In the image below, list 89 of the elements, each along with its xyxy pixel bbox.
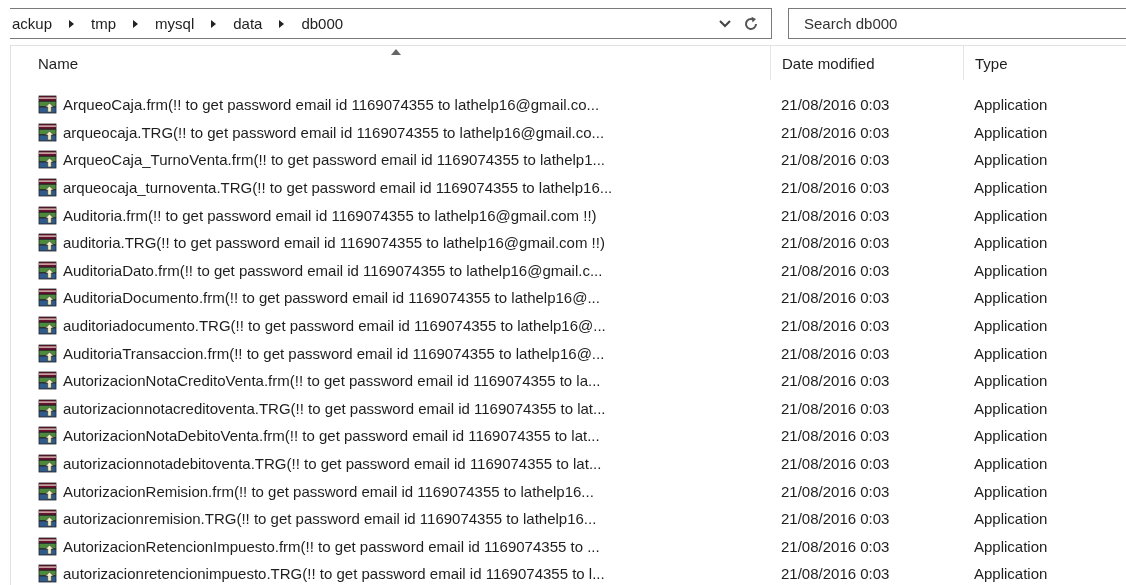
file-name[interactable]: auditoriadocumento.TRG(!! to get password email id 1169074355 to lathelp16@... <box>63 317 606 335</box>
archive-icon <box>38 316 57 336</box>
archive-icon <box>38 150 57 170</box>
chevron-right-icon[interactable] <box>278 18 286 29</box>
file-name[interactable]: autorizacionretencionimpuesto.TRG(!! to get password email id 1169074355 to l... <box>63 565 605 583</box>
type-cell-text: Application <box>973 317 1049 335</box>
type-cell-text: Application <box>973 234 1049 252</box>
archive-icon <box>38 122 57 142</box>
date-cell-text: 21/08/2016 0:03 <box>780 427 891 445</box>
file-name[interactable]: AutorizacionNotaDebitoVenta.frm(!! to get password email id 1169074355 to lat... <box>63 427 600 445</box>
date-cell-text: 21/08/2016 0:03 <box>780 261 891 279</box>
file-name[interactable]: ArqueoCaja.frm(!! to get password email id 1169074355 to lathelp16@gmail.co... <box>63 96 600 114</box>
chevron-right-icon[interactable] <box>210 18 218 29</box>
date-cell-text: 21/08/2016 0:03 <box>780 565 891 583</box>
chevron-right-icon[interactable] <box>68 18 76 29</box>
search-field[interactable]: Search db000 <box>788 8 1126 39</box>
file-name[interactable]: AuditoriaDato.frm(!! to get password email id 1169074355 to lathelp16@gmail.c... <box>63 261 603 279</box>
archive-icon <box>38 178 57 198</box>
file-name[interactable]: arqueocaja.TRG(!! to get password email id 1169074355 to lathelp16@gmail.co... <box>63 123 605 141</box>
file-name[interactable]: autorizacionremision.TRG(!! to get password email id 1169074355 to lathelp16... <box>63 510 597 528</box>
archive-icon <box>38 426 57 446</box>
archive-icon <box>38 398 57 418</box>
breadcrumb-item[interactable]: db000 <box>301 15 344 32</box>
column-header[interactable]: Date modified <box>770 46 963 80</box>
file-name[interactable]: autorizacionnotadebitoventa.TRG(!! to get password email id 1169074355 to lat... <box>63 455 602 472</box>
date-cell-text: 21/08/2016 0:03 <box>780 537 891 555</box>
archive-icon <box>38 564 57 584</box>
date-cell-text: 21/08/2016 0:03 <box>780 455 891 472</box>
type-cell-text: Application <box>973 399 1049 417</box>
archive-icon <box>38 481 57 501</box>
sort-ascending-icon <box>390 49 401 55</box>
type-cell-text: Application <box>973 482 1049 500</box>
date-cell-text: 21/08/2016 0:03 <box>780 123 891 141</box>
type-cell-text: Application <box>973 427 1049 445</box>
column-header[interactable]: Name <box>11 46 770 80</box>
type-cell-text: Application <box>973 123 1049 141</box>
archive-icon <box>38 509 57 529</box>
date-cell-text: 21/08/2016 0:03 <box>780 344 891 362</box>
date-cell-text: 21/08/2016 0:03 <box>780 510 891 528</box>
date-cell-text: 21/08/2016 0:03 <box>780 96 891 114</box>
archive-icon <box>38 260 57 280</box>
archive-icon <box>38 95 57 115</box>
archive-icon <box>38 371 57 391</box>
type-cell-text: Application <box>973 289 1049 307</box>
file-name[interactable]: AutorizacionNotaCreditoVenta.frm(!! to get password email id 1169074355 to la... <box>63 372 601 390</box>
date-cell-text: 21/08/2016 0:03 <box>780 372 891 390</box>
breadcrumb-item[interactable]: data <box>233 15 263 32</box>
column-header[interactable]: Type <box>963 46 1126 80</box>
date-cell-text: 21/08/2016 0:03 <box>780 206 891 224</box>
file-name[interactable]: auditoria.TRG(!! to get password email id 1169074355 to lathelp16@gmail.com !!) <box>63 234 605 252</box>
file-name[interactable]: AutorizacionRetencionImpuesto.frm(!! to get password email id 1169074355 to ... <box>63 537 600 555</box>
date-cell-text: 21/08/2016 0:03 <box>780 234 891 252</box>
date-cell-text: 21/08/2016 0:03 <box>780 151 891 169</box>
file-name[interactable]: autorizacionnotacreditoventa.TRG(!! to get password email id 1169074355 to lat... <box>63 399 606 417</box>
type-cell-text: Application <box>973 206 1049 224</box>
file-name[interactable]: Auditoria.frm(!! to get password email id 1169074355 to lathelp16@gmail.com !!) <box>63 206 597 224</box>
archive-icon <box>38 536 57 556</box>
chevron-right-icon[interactable] <box>132 18 140 29</box>
file-name[interactable]: AutorizacionRemision.frm(!! to get password email id 1169074355 to lathelp16... <box>63 482 594 500</box>
chevron-down-icon[interactable] <box>719 19 731 28</box>
type-cell-text: Application <box>973 261 1049 279</box>
file-name[interactable]: AuditoriaTransaccion.frm(!! to get password email id 1169074355 to lathelp16@... <box>63 344 605 362</box>
date-cell-text: 21/08/2016 0:03 <box>780 317 891 335</box>
archive-icon <box>38 205 57 225</box>
archive-icon <box>38 288 57 308</box>
file-name[interactable]: arqueocaja_turnoventa.TRG(!! to get password email id 1169074355 to lathelp16... <box>63 179 613 197</box>
archive-icon <box>38 454 57 473</box>
date-cell-text: 21/08/2016 0:03 <box>780 179 891 197</box>
type-cell-text: Application <box>973 151 1049 169</box>
type-cell-text: Application <box>973 344 1049 362</box>
type-cell-text: Application <box>973 565 1049 583</box>
type-cell-text: Application <box>973 455 1049 472</box>
type-cell-text: Application <box>973 372 1049 390</box>
type-cell-text: Application <box>973 537 1049 555</box>
date-cell-text: 21/08/2016 0:03 <box>780 289 891 307</box>
file-name[interactable]: ArqueoCaja_TurnoVenta.frm(!! to get password email id 1169074355 to lathelp1... <box>63 151 605 169</box>
type-cell-text: Application <box>973 96 1049 114</box>
archive-icon <box>38 233 57 253</box>
type-cell-text: Application <box>973 179 1049 197</box>
type-cell-text: Application <box>973 510 1049 528</box>
breadcrumb-item[interactable]: ackup <box>12 15 53 32</box>
date-cell-text: 21/08/2016 0:03 <box>780 482 891 500</box>
file-name[interactable]: AuditoriaDocumento.frm(!! to get password email id 1169074355 to lathelp16@... <box>63 289 600 307</box>
refresh-icon[interactable] <box>743 15 759 32</box>
breadcrumb-item[interactable]: tmp <box>91 15 117 32</box>
archive-icon <box>38 343 57 363</box>
breadcrumb-item[interactable]: mysql <box>155 15 195 32</box>
address-bar[interactable]: ackup tmp mysql data db000 <box>10 8 772 39</box>
date-cell-text: 21/08/2016 0:03 <box>780 399 891 417</box>
